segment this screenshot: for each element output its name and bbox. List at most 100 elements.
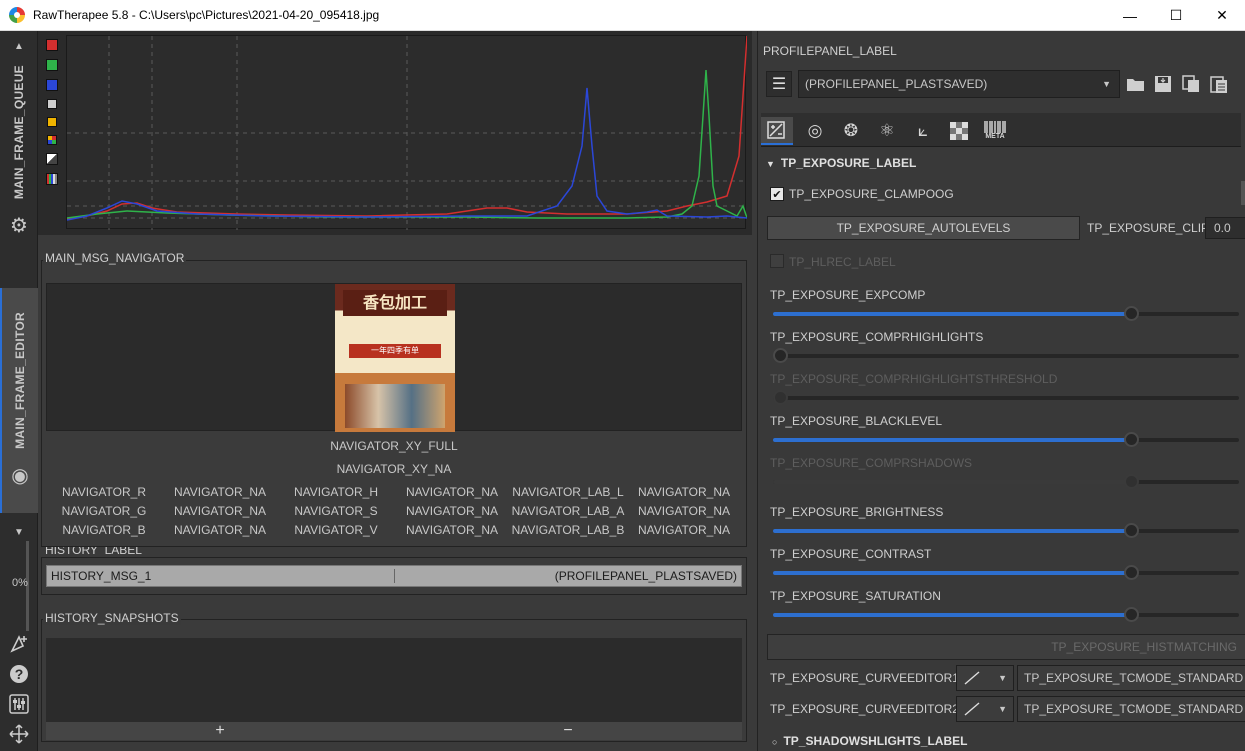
- comprhighlights-slider[interactable]: [773, 348, 1239, 363]
- histogram-panel: [38, 31, 752, 235]
- shadows-section-header[interactable]: ○ TP_SHADOWSHLIGHTS_LABEL: [772, 734, 967, 748]
- window-title: RawTherapee 5.8 - C:\Users\pc\Pictures\2…: [33, 8, 380, 22]
- snapshots-toolbar: + −: [46, 722, 742, 740]
- exposure-section-header[interactable]: ▼ TP_EXPOSURE_LABEL: [766, 156, 916, 170]
- tab-detail[interactable]: ◎: [799, 117, 831, 145]
- history-row[interactable]: HISTORY_MSG_1 (PROFILEPANEL_PLASTSAVED): [46, 565, 742, 587]
- brightness-slider[interactable]: [773, 523, 1239, 538]
- navigator-cell: NAVIGATOR_R: [61, 485, 147, 499]
- hlrec-checkbox[interactable]: [770, 254, 784, 268]
- collapse-up-icon[interactable]: ▲: [8, 35, 30, 57]
- color-icon: ❂: [843, 121, 859, 140]
- title-bar: RawTherapee 5.8 - C:\Users\pc\Pictures\2…: [0, 0, 1245, 31]
- autolevels-button[interactable]: TP_EXPOSURE_AUTOLEVELS: [767, 216, 1080, 240]
- scrollbar-thumb[interactable]: [1241, 181, 1245, 205]
- clip-input[interactable]: 0.0: [1205, 217, 1245, 239]
- curve1-mode-combo[interactable]: TP_EXPOSURE_TCMODE_STANDARD: [1017, 665, 1245, 691]
- tool-panel: PROFILEPANEL_LABEL ☰ (PROFILEPANEL_PLAST…: [757, 31, 1245, 751]
- snapshots-list[interactable]: [46, 638, 742, 722]
- snapshots-label: HISTORY_SNAPSHOTS: [43, 611, 181, 625]
- curve1-type-combo[interactable]: ▼: [956, 665, 1014, 691]
- navigator-xy-full: NAVIGATOR_XY_FULL: [330, 439, 458, 453]
- expcomp-slider[interactable]: [773, 306, 1239, 321]
- comprhighlightsthreshold-slider[interactable]: [773, 390, 1239, 405]
- profile-label: PROFILEPANEL_LABEL: [763, 44, 897, 58]
- tab-color[interactable]: ❂: [835, 117, 867, 145]
- tab-exposure[interactable]: [761, 117, 793, 145]
- copy-profile-icon[interactable]: [1178, 71, 1204, 97]
- preferences-icon[interactable]: [8, 693, 30, 715]
- navigator-cell: NAVIGATOR_NA: [637, 485, 731, 499]
- expander-circle-icon: ○: [772, 737, 778, 747]
- histogram-luminance-toggle[interactable]: [47, 99, 57, 109]
- saturation-label: TP_EXPOSURE_SATURATION: [770, 589, 941, 603]
- tab-meta[interactable]: META: [979, 117, 1011, 145]
- add-snapshot-button[interactable]: +: [46, 722, 394, 740]
- expander-down-icon: ▼: [766, 159, 775, 169]
- navigator-preview[interactable]: 香包加工 一年四季有单: [46, 283, 742, 432]
- linear-curve-icon: [964, 671, 980, 685]
- save-profile-icon[interactable]: [1150, 71, 1176, 97]
- thumbnail-subtitle: 一年四季有单: [349, 344, 441, 358]
- histmatching-button[interactable]: TP_EXPOSURE_HISTMATCHING: [767, 634, 1245, 660]
- help-icon[interactable]: ?: [8, 663, 30, 685]
- histogram-red-toggle[interactable]: [46, 39, 58, 51]
- comprshadows-label: TP_EXPOSURE_COMPRSHADOWS: [770, 456, 973, 470]
- tab-editor[interactable]: MAIN_FRAME_EDITOR ◉: [0, 288, 38, 513]
- navigator-cell: NAVIGATOR_NA: [173, 485, 267, 499]
- chevron-down-icon: ▼: [1102, 79, 1111, 89]
- svg-text:?: ?: [15, 666, 24, 682]
- maximize-button[interactable]: ☐: [1153, 0, 1199, 31]
- blacklevel-slider[interactable]: [773, 432, 1239, 447]
- curveeditor2-label: TP_EXPOSURE_CURVEEDITOR2:: [770, 702, 963, 716]
- navigator-label: MAIN_MSG_NAVIGATOR: [43, 251, 187, 265]
- histogram-chroma-toggle[interactable]: [47, 117, 57, 127]
- fullscreen-icon[interactable]: [8, 723, 30, 745]
- navigator-cell: NAVIGATOR_LAB_A: [511, 504, 625, 518]
- transform-icon: ⟀: [917, 121, 929, 140]
- curve2-mode-combo[interactable]: TP_EXPOSURE_TCMODE_STANDARD: [1017, 696, 1245, 722]
- contrast-slider[interactable]: [773, 565, 1239, 580]
- navigator-cell: NAVIGATOR_LAB_L: [512, 485, 624, 499]
- thumbnail-photo: [345, 384, 445, 428]
- histogram-plot: [66, 35, 748, 230]
- tab-advanced[interactable]: ⚛: [871, 117, 903, 145]
- navigator-xy-na: NAVIGATOR_XY_NA: [336, 462, 452, 476]
- chevron-down-icon: ▼: [998, 704, 1007, 714]
- linear-curve-icon: [964, 702, 980, 716]
- chevron-down-icon: ▼: [998, 673, 1007, 683]
- minimize-button[interactable]: —: [1107, 0, 1153, 31]
- left-sidebar: ▲ MAIN_FRAME_QUEUE ⚙ MAIN_FRAME_EDITOR ◉…: [0, 31, 38, 751]
- comprshadows-slider[interactable]: [773, 474, 1239, 489]
- navigator-cell: NAVIGATOR_S: [294, 504, 378, 518]
- navigator-values-grid: NAVIGATOR_R NAVIGATOR_NA NAVIGATOR_H NAV…: [46, 484, 742, 538]
- saturation-slider[interactable]: [773, 607, 1239, 622]
- navigator-cell: NAVIGATOR_NA: [405, 485, 499, 499]
- tab-transform[interactable]: ⟀: [907, 117, 939, 145]
- add-to-queue-icon[interactable]: [8, 633, 30, 655]
- curve2-type-combo[interactable]: ▼: [956, 696, 1014, 722]
- tab-queue[interactable]: MAIN_FRAME_QUEUE ⚙: [0, 61, 38, 291]
- close-button[interactable]: ✕: [1199, 0, 1245, 31]
- navigator-cell: NAVIGATOR_NA: [173, 504, 267, 518]
- histogram-mode-toggle[interactable]: [46, 173, 58, 185]
- navigator-cell: NAVIGATOR_LAB_B: [511, 523, 625, 537]
- profile-combo[interactable]: (PROFILEPANEL_PLASTSAVED) ▼: [798, 70, 1120, 98]
- detail-icon: ◎: [807, 121, 823, 140]
- histogram-bar-toggle[interactable]: [46, 153, 58, 165]
- profile-list-icon[interactable]: ☰: [766, 71, 792, 97]
- histogram-raw-toggle[interactable]: [47, 135, 57, 145]
- clamp-checkbox[interactable]: ✔: [770, 187, 784, 201]
- navigator-cell: NAVIGATOR_H: [293, 485, 379, 499]
- shadows-section-title: TP_SHADOWSHLIGHTS_LABEL: [783, 734, 968, 748]
- open-profile-icon[interactable]: [1123, 71, 1149, 97]
- meta-tab-label: META: [985, 133, 1005, 140]
- queue-tab-label: MAIN_FRAME_QUEUE: [12, 65, 26, 200]
- tab-raw[interactable]: [943, 117, 975, 145]
- remove-snapshot-button[interactable]: −: [394, 722, 742, 740]
- histogram-blue-toggle[interactable]: [46, 79, 58, 91]
- histogram-green-toggle[interactable]: [46, 59, 58, 71]
- navigator-cell: NAVIGATOR_B: [62, 523, 146, 537]
- paste-profile-icon[interactable]: [1206, 71, 1232, 97]
- collapse-down-icon[interactable]: ▼: [8, 521, 30, 543]
